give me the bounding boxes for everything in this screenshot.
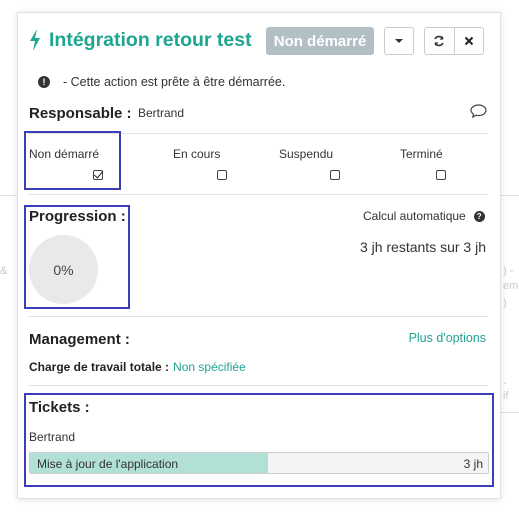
background-line (501, 195, 519, 196)
workload-value[interactable]: Non spécifiée (173, 360, 246, 374)
divider (28, 316, 488, 317)
popover-header: Intégration retour test Non démarré (18, 27, 500, 57)
workload-label: Charge de travail totale : (29, 360, 170, 374)
status-notice: ! - Cette action est prête à être démarr… (38, 75, 285, 89)
highlight-box-tickets (24, 393, 494, 487)
status-option-done: Terminé (400, 147, 443, 161)
background-text: if (503, 390, 509, 402)
responsable-name[interactable]: Bertrand (138, 106, 184, 120)
comment-icon[interactable] (470, 104, 487, 118)
auto-calc-label: Calcul automatique (363, 209, 466, 223)
info-icon: ! (38, 76, 50, 88)
background-text: ) (503, 297, 507, 309)
close-icon (464, 36, 474, 46)
responsable-label: Responsable : (29, 105, 132, 122)
divider (28, 385, 488, 386)
auto-calc: Calcul automatique ? (363, 209, 485, 223)
chevron-down-icon (395, 39, 403, 43)
status-option-in-progress: En cours (173, 147, 221, 161)
close-button[interactable] (453, 28, 483, 54)
divider (28, 194, 488, 195)
action-title: Intégration retour test (49, 29, 252, 51)
status-checkbox-done[interactable] (436, 170, 446, 180)
help-icon[interactable]: ? (473, 210, 485, 222)
refresh-icon (434, 35, 445, 47)
background-text: & (0, 265, 8, 277)
remaining-workload: 3 jh restants sur 3 jh (359, 239, 486, 255)
dropdown-button[interactable] (384, 27, 414, 55)
background-text: - (503, 377, 507, 389)
refresh-button[interactable] (425, 28, 454, 54)
notice-text: - Cette action est prête à être démarrée… (63, 75, 286, 89)
highlight-box-status (24, 131, 121, 190)
background-line (0, 195, 17, 196)
background-line (501, 412, 519, 413)
management-label: Management : (29, 331, 130, 348)
status-checkbox-suspended[interactable] (330, 170, 340, 180)
status-checkbox-in-progress[interactable] (217, 170, 227, 180)
status-option-suspended: Suspendu (279, 147, 334, 161)
status-button[interactable]: Non démarré (266, 27, 374, 55)
background-text: ) - (503, 265, 514, 277)
highlight-box-progression (24, 205, 130, 309)
bolt-icon (30, 29, 40, 51)
more-options-link[interactable]: Plus d'options (409, 331, 486, 345)
background-text: eme (503, 280, 519, 292)
workload-row: Charge de travail totale : Non spécifiée (29, 360, 246, 374)
header-button-group (424, 27, 484, 55)
